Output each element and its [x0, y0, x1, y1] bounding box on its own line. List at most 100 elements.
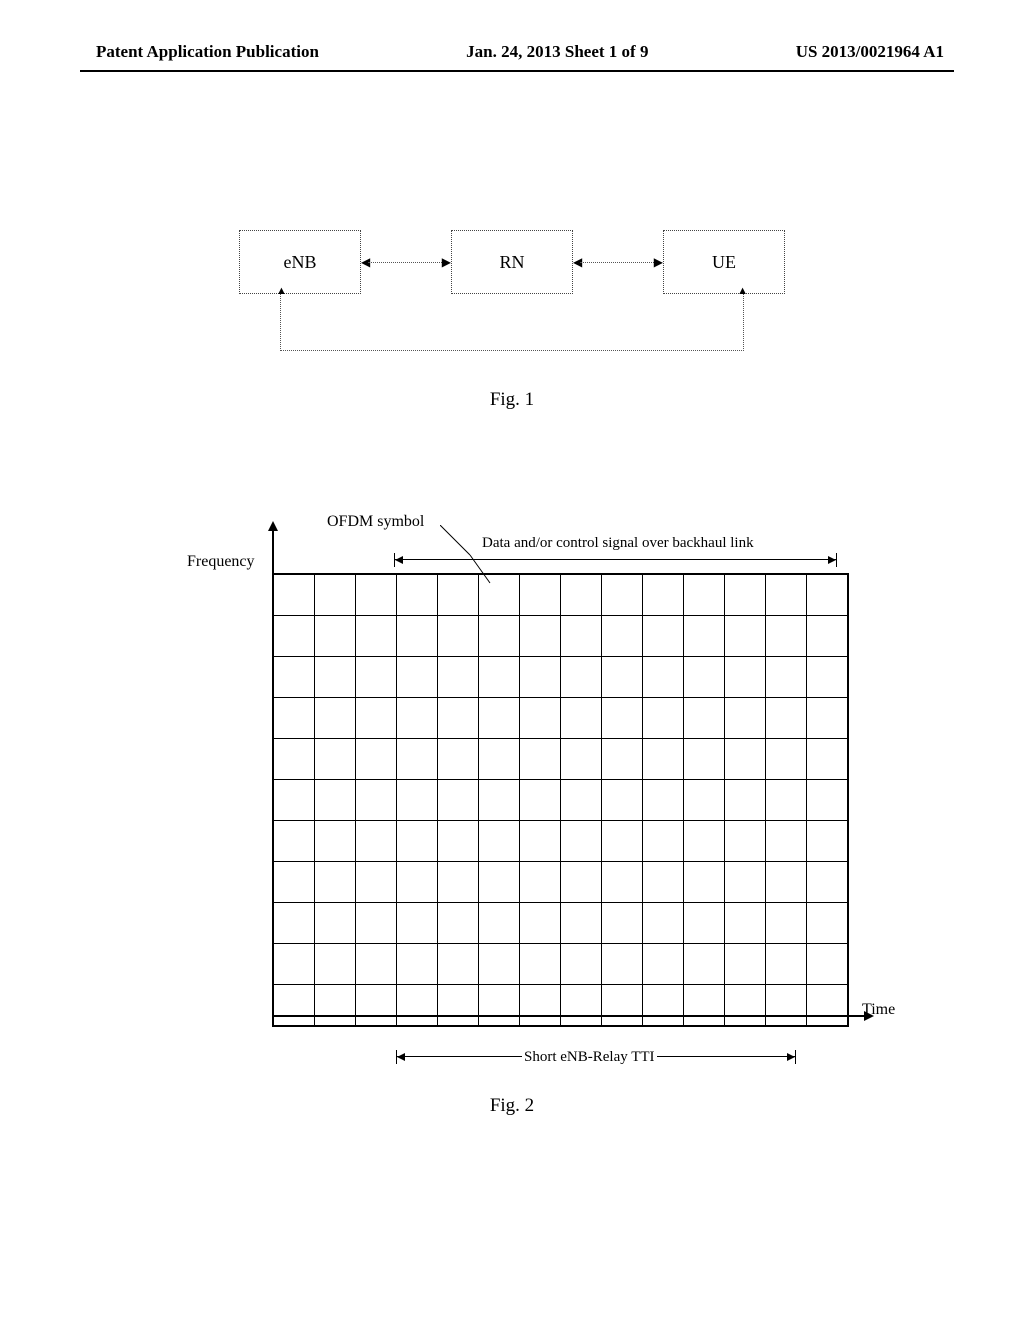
grid-cell: [356, 821, 397, 862]
grid-cell: [273, 985, 315, 1027]
grid-cell: [684, 944, 725, 985]
grid-cell: [479, 985, 520, 1027]
grid-cell: [725, 657, 766, 698]
grid-cell: [561, 739, 602, 780]
header-right: US 2013/0021964 A1: [796, 42, 944, 62]
grid-cell: [725, 616, 766, 657]
grid-cell: [356, 944, 397, 985]
grid-cell: [684, 985, 725, 1027]
link-enb-ue-direct: ▲ ▲: [280, 292, 744, 351]
grid-cell: [315, 698, 356, 739]
grid-cell: [725, 985, 766, 1027]
header-middle: Jan. 24, 2013 Sheet 1 of 9: [466, 42, 648, 62]
y-axis-arrow-icon: [272, 523, 274, 573]
grid-cell: [356, 780, 397, 821]
grid-cell: [397, 780, 438, 821]
grid-cell: [602, 657, 643, 698]
grid-cell: [725, 574, 766, 616]
node-ue: UE: [663, 230, 785, 294]
grid-cell: [684, 780, 725, 821]
grid-cell: [684, 903, 725, 944]
grid-cell: [561, 821, 602, 862]
grid-cell: [273, 657, 315, 698]
grid-cell: [315, 780, 356, 821]
grid-cell: [766, 821, 807, 862]
grid-cell: [807, 944, 849, 985]
grid-cell: [356, 862, 397, 903]
grid-cell: [643, 985, 684, 1027]
grid-cell: [766, 657, 807, 698]
dotted-line-icon: [580, 262, 656, 263]
grid-cell: [479, 739, 520, 780]
grid-cell: [273, 862, 315, 903]
grid-cell: [397, 862, 438, 903]
grid-cell: [807, 985, 849, 1027]
grid-cell: [602, 616, 643, 657]
grid-cell: [725, 739, 766, 780]
grid-cell: [479, 780, 520, 821]
grid-cell: [397, 616, 438, 657]
tick-icon: [394, 553, 395, 567]
grid-cell: [807, 780, 849, 821]
grid-cell: [397, 657, 438, 698]
grid-cell: [766, 862, 807, 903]
grid-cell: [273, 574, 315, 616]
grid-cell: [273, 821, 315, 862]
grid-cell: [356, 657, 397, 698]
grid-cell: [438, 985, 479, 1027]
grid-cell: [479, 657, 520, 698]
link-rn-ue: ◀ ▶: [573, 262, 663, 263]
grid-cell: [602, 944, 643, 985]
grid-cell: [397, 739, 438, 780]
grid-cell: [273, 616, 315, 657]
header-rule: [80, 70, 954, 72]
grid-cell: [561, 985, 602, 1027]
grid-cell: [643, 944, 684, 985]
grid-cell: [520, 739, 561, 780]
grid-cell: [807, 698, 849, 739]
grid-cell: [520, 780, 561, 821]
grid-cell: [397, 821, 438, 862]
figure-1: eNB ◀ ▶ RN ◀ ▶ UE ▲ ▲ Fig. 1: [0, 230, 1024, 411]
grid-cell: [315, 985, 356, 1027]
tick-icon: [795, 1050, 796, 1064]
grid-cell: [807, 862, 849, 903]
grid-cell: [602, 780, 643, 821]
grid-cell: [520, 944, 561, 985]
grid-cell: [766, 739, 807, 780]
grid-cell: [684, 821, 725, 862]
grid-cell: [725, 903, 766, 944]
grid-cell: [438, 780, 479, 821]
grid-cell: [356, 985, 397, 1027]
grid-cell: [602, 574, 643, 616]
grid-cell: [643, 657, 684, 698]
grid-cell: [273, 780, 315, 821]
grid-cell: [561, 862, 602, 903]
grid-cell: [684, 739, 725, 780]
arrow-up-icon: ▲: [276, 285, 287, 297]
tick-icon: [836, 553, 837, 567]
grid-cell: [807, 739, 849, 780]
grid-cell: [315, 574, 356, 616]
ofdm-symbol-label: OFDM symbol: [327, 513, 424, 531]
grid-cell: [684, 657, 725, 698]
grid-cell: [520, 616, 561, 657]
grid-cell: [684, 616, 725, 657]
grid-cell: [397, 944, 438, 985]
dotted-line-icon: [368, 262, 444, 263]
tti-range-label: Short eNB-Relay TTI: [522, 1049, 657, 1066]
tick-icon: [396, 1050, 397, 1064]
grid-cell: [479, 862, 520, 903]
grid-cell: [643, 739, 684, 780]
grid-cell: [438, 616, 479, 657]
header-left: Patent Application Publication: [96, 42, 319, 62]
grid-cell: [602, 903, 643, 944]
grid-cell: [725, 780, 766, 821]
grid-cell: [643, 862, 684, 903]
grid-cell: [766, 574, 807, 616]
grid-cell: [602, 985, 643, 1027]
grid-cell: [725, 944, 766, 985]
grid-cell: [684, 862, 725, 903]
grid-cell: [643, 698, 684, 739]
grid-cell: [438, 862, 479, 903]
